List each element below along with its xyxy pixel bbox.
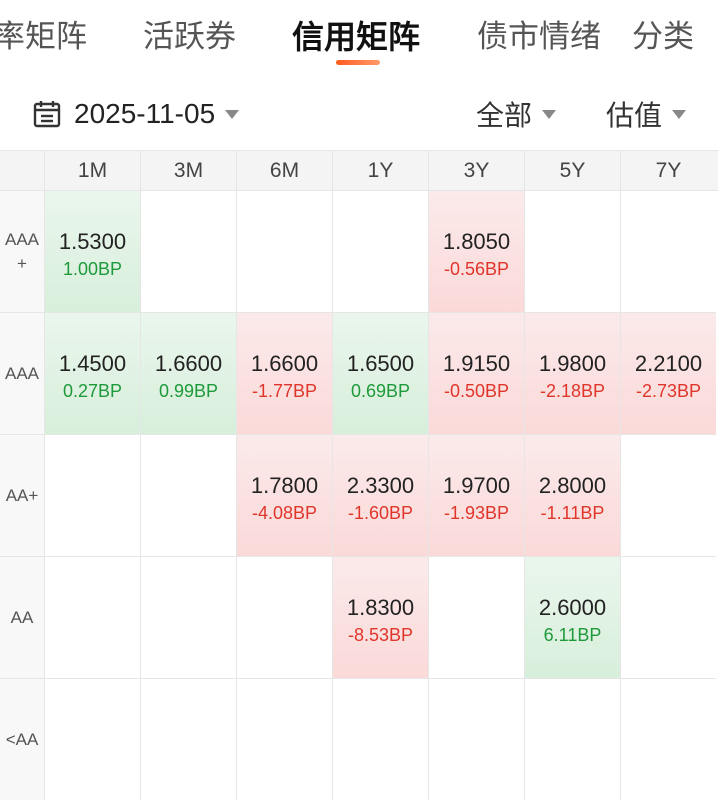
cell-change-value: 0.69BP <box>350 381 411 401</box>
cell-change-value: -1.60BP <box>347 503 414 523</box>
tab-rate-matrix[interactable]: 率矩阵 <box>0 16 87 58</box>
cell-yield-value: 1.4500 <box>58 351 127 376</box>
cell-change-value: -1.11BP <box>540 503 605 523</box>
cell-change-value: -2.18BP <box>539 381 606 401</box>
cell-change-value: -2.73BP <box>635 381 702 401</box>
matrix-cell <box>44 435 140 557</box>
cell-change-value: 1.00BP <box>62 259 123 279</box>
matrix-cell <box>140 557 236 679</box>
row-label: <AA <box>0 679 44 800</box>
tab-category[interactable]: 分类 <box>632 16 694 58</box>
column-header: 7Y <box>620 151 716 191</box>
filter-bar: 2025-11-05 全部 估值 <box>0 80 718 150</box>
matrix-cell[interactable]: 1.9800 -2.18BP <box>524 313 620 435</box>
column-header: 3Y <box>428 151 524 191</box>
chevron-down-icon <box>672 109 687 119</box>
column-header-row: 1M 3M 6M 1Y 3Y 5Y 7Y <box>0 150 718 191</box>
matrix-cell[interactable]: 1.9700 -1.93BP <box>428 435 524 557</box>
matrix-cell[interactable]: 1.4500 0.27BP <box>44 313 140 435</box>
cell-yield-value: 1.9700 <box>442 473 511 498</box>
cell-yield-value: 1.6500 <box>346 351 415 376</box>
matrix-cell[interactable]: 1.5300 1.00BP <box>44 191 140 313</box>
cell-change-value: -0.56BP <box>443 259 510 279</box>
cell-yield-value: 1.8050 <box>442 229 511 254</box>
matrix-cell <box>428 679 524 800</box>
matrix-cell <box>236 557 332 679</box>
matrix-cell <box>140 191 236 313</box>
column-header: 1M <box>44 151 140 191</box>
matrix-cell[interactable]: 1.8050 -0.56BP <box>428 191 524 313</box>
matrix-cell <box>620 191 716 313</box>
matrix-cell <box>140 679 236 800</box>
date-picker[interactable]: 2025-11-05 <box>32 92 240 136</box>
cell-yield-value: 1.5300 <box>58 229 127 254</box>
matrix-cell <box>620 435 716 557</box>
tab-active-bonds[interactable]: 活跃券 <box>143 16 236 58</box>
cell-change-value: -1.93BP <box>443 503 510 523</box>
column-header: 6M <box>236 151 332 191</box>
cell-change-value: 0.27BP <box>62 381 123 401</box>
credit-matrix-table: 1M 3M 6M 1Y 3Y 5Y 7Y AAA + 1.5300 1.00BP 1.8050 -0.… <box>0 150 718 800</box>
matrix-cell <box>236 191 332 313</box>
row-label: AA <box>0 557 44 679</box>
cell-yield-value: 2.3300 <box>346 473 415 498</box>
row-label: AA+ <box>0 435 44 557</box>
row-label: AAA <box>0 313 44 435</box>
chevron-down-icon <box>225 109 240 119</box>
matrix-cell <box>620 557 716 679</box>
matrix-cell[interactable]: 2.8000 -1.11BP <box>524 435 620 557</box>
row-label: AAA + <box>0 191 44 313</box>
tab-bar: 率矩阵 活跃券 信用矩阵 债市情绪 分类 <box>0 0 718 80</box>
cell-yield-value: 1.9150 <box>442 351 511 376</box>
matrix-cell <box>44 557 140 679</box>
matrix-cell <box>524 679 620 800</box>
cell-change-value: 0.99BP <box>158 381 219 401</box>
matrix-cell <box>332 191 428 313</box>
cell-yield-value: 1.6600 <box>250 351 319 376</box>
matrix-cell[interactable]: 1.9150 -0.50BP <box>428 313 524 435</box>
scope-dropdown[interactable]: 全部 <box>476 92 557 136</box>
cell-change-value: -1.77BP <box>251 381 318 401</box>
cell-change-value: 6.11BP <box>543 625 602 645</box>
matrix-cell[interactable]: 1.7800 -4.08BP <box>236 435 332 557</box>
cell-yield-value: 2.8000 <box>538 473 607 498</box>
matrix-cell <box>428 557 524 679</box>
column-header: 5Y <box>524 151 620 191</box>
cell-change-value: -8.53BP <box>347 625 414 645</box>
calendar-icon <box>33 101 61 128</box>
matrix-cell <box>236 679 332 800</box>
scope-value: 全部 <box>476 99 533 132</box>
metric-value: 估值 <box>606 99 663 132</box>
matrix-cell[interactable]: 2.2100 -2.73BP <box>620 313 716 435</box>
cell-change-value: -0.50BP <box>443 381 510 401</box>
active-tab-indicator <box>336 60 380 65</box>
cell-yield-value: 1.9800 <box>538 351 607 376</box>
matrix-cell <box>140 435 236 557</box>
matrix-cell <box>332 679 428 800</box>
matrix-cell <box>44 679 140 800</box>
matrix-cell[interactable]: 2.6000 6.11BP <box>524 557 620 679</box>
cell-yield-value: 2.6000 <box>538 595 607 620</box>
matrix-cell <box>620 679 716 800</box>
date-value: 2025-11-05 <box>74 98 216 129</box>
matrix-cell <box>524 191 620 313</box>
metric-dropdown[interactable]: 估值 <box>606 92 687 136</box>
cell-yield-value: 2.2100 <box>634 351 703 376</box>
tab-bond-sentiment[interactable]: 债市情绪 <box>477 16 601 58</box>
cell-yield-value: 1.8300 <box>346 595 415 620</box>
cell-change-value: -4.08BP <box>251 503 318 523</box>
matrix-cell[interactable]: 1.6600 -1.77BP <box>236 313 332 435</box>
matrix-cell[interactable]: 2.3300 -1.60BP <box>332 435 428 557</box>
matrix-cell[interactable]: 1.6600 0.99BP <box>140 313 236 435</box>
matrix-cell[interactable]: 1.6500 0.69BP <box>332 313 428 435</box>
cell-yield-value: 1.7800 <box>250 473 319 498</box>
column-header: 3M <box>140 151 236 191</box>
tab-credit-matrix[interactable]: 信用矩阵 <box>292 16 420 58</box>
column-header: 1Y <box>332 151 428 191</box>
chevron-down-icon <box>542 109 557 119</box>
cell-yield-value: 1.6600 <box>154 351 223 376</box>
matrix-cell[interactable]: 1.8300 -8.53BP <box>332 557 428 679</box>
